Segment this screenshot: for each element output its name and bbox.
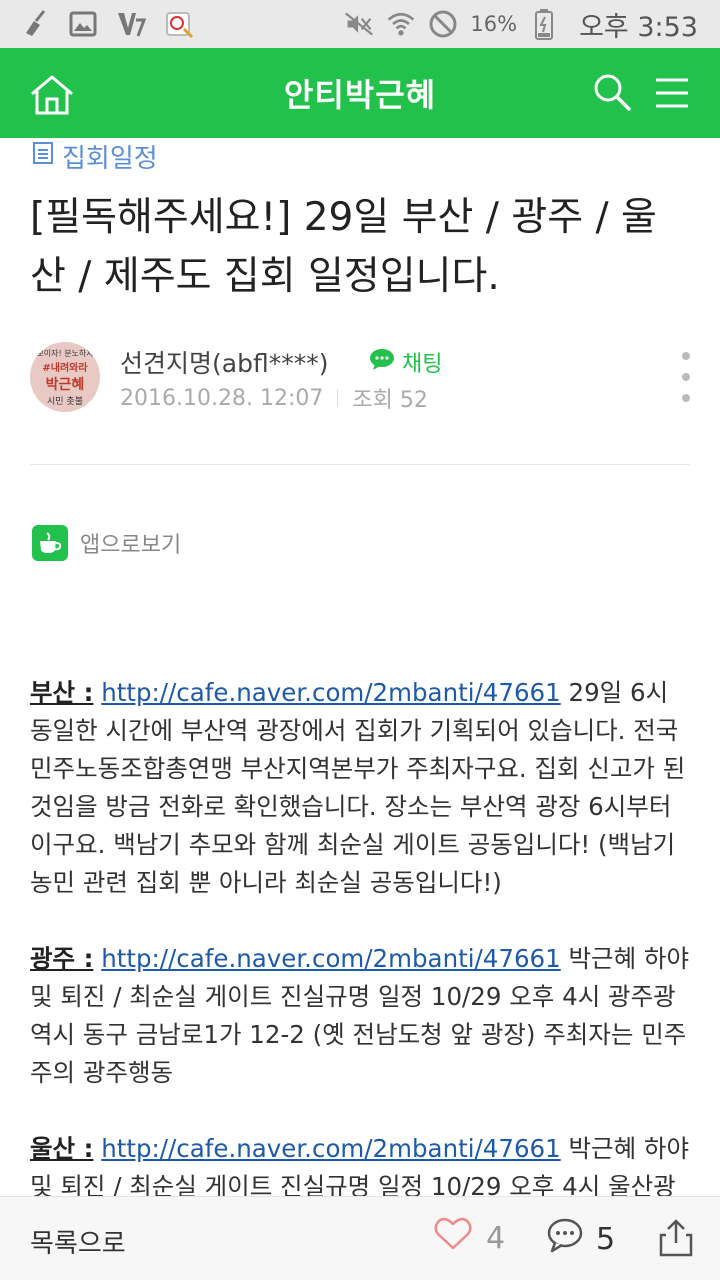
list-button[interactable]: 목록으로 (30, 1223, 126, 1260)
cafe-app-icon (32, 525, 68, 561)
paragraph-busan: 부산 : http://cafe.naver.com/2mbanti/47661… (30, 674, 690, 902)
heart-icon (434, 1217, 472, 1259)
link-busan[interactable]: http://cafe.naver.com/2mbanti/47661 (101, 678, 560, 707)
author-row: 모이자! 분노하자 #내려와라 박근혜 시민 촛불 선견지명(abfl****)… (30, 338, 690, 418)
search-icon[interactable] (592, 72, 632, 112)
author-name[interactable]: 선견지명(abfl****) (120, 344, 328, 380)
board-icon (32, 141, 54, 172)
bottom-bar: 목록으로 4 5 (0, 1196, 720, 1280)
wifi-icon (386, 9, 416, 39)
status-bar: 16% 오후 3:53 (0, 0, 720, 48)
broom-icon (20, 9, 50, 39)
link-gwangju[interactable]: http://cafe.naver.com/2mbanti/47661 (101, 944, 560, 973)
region-label-ulsan: 울산 : (30, 1134, 94, 1163)
region-label-busan: 부산 : (30, 678, 94, 707)
paragraph-gwangju: 광주 : http://cafe.naver.com/2mbanti/47661… (30, 940, 690, 1092)
text-busan: 29일 6시 동일한 시간에 부산역 광장에서 집회가 기획되어 있습니다. 전… (30, 678, 686, 897)
image-icon (68, 9, 98, 39)
avatar-line-2: #내려와라 (42, 362, 88, 374)
app-bar: 안티박근혜 (0, 48, 720, 138)
post-title: [필독해주세요!] 29일 부산 / 광주 / 울산 / 제주도 집회 일정입니… (30, 195, 657, 299)
meta-divider (337, 389, 339, 407)
comment-count: 5 (596, 1221, 616, 1257)
link-ulsan[interactable]: http://cafe.naver.com/2mbanti/47661 (101, 1134, 560, 1163)
view-count: 조회 52 (352, 388, 428, 413)
region-label-gwangju: 광주 : (30, 944, 94, 973)
memo-app-icon (164, 9, 194, 39)
avatar-line-1: 모이자! 분노하자 (36, 348, 94, 358)
post-body: 부산 : http://cafe.naver.com/2mbanti/47661… (30, 674, 690, 1196)
share-icon[interactable] (658, 1217, 694, 1259)
page: 16% 오후 3:53 안티박근혜 집회일정 [필독해주세요!] 29일 부산 … (0, 0, 720, 1280)
app-view-label: 앱으로보기 (80, 533, 182, 558)
post-meta: 2016.10.28. 12:07 조회 52 (120, 382, 428, 414)
post-date: 2016.10.28. 12:07 (120, 385, 324, 411)
avatar-line-4: 시민 촛불 (47, 396, 83, 407)
status-time: 오후 3:53 (579, 11, 698, 43)
comment-bubble-icon (546, 1217, 584, 1261)
app-view-button[interactable]: 앱으로보기 (32, 525, 181, 561)
post-content[interactable]: 집회일정 [필독해주세요!] 29일 부산 / 광주 / 울산 / 제주도 집회… (0, 138, 720, 1196)
paragraph-ulsan: 울산 : http://cafe.naver.com/2mbanti/47661… (30, 1130, 690, 1196)
comment-button[interactable]: 5 (546, 1217, 615, 1261)
home-icon[interactable] (28, 74, 76, 116)
like-count: 4 (486, 1220, 506, 1256)
avatar-line-3: 박근혜 (45, 376, 85, 393)
battery-percent: 16% (470, 12, 518, 36)
category-label: 집회일정 (62, 144, 158, 174)
more-options-icon[interactable] (676, 352, 696, 402)
divider (30, 464, 690, 465)
avatar[interactable]: 모이자! 분노하자 #내려와라 박근혜 시민 촛불 (30, 342, 100, 412)
v3-app-icon (116, 9, 146, 39)
battery-icon (529, 9, 559, 40)
no-sign-icon (428, 9, 458, 39)
menu-icon[interactable] (654, 76, 690, 110)
like-button[interactable]: 4 (434, 1217, 505, 1259)
post-category[interactable]: 집회일정 (32, 138, 158, 175)
chat-bubble-icon (368, 347, 396, 377)
chat-label: 채팅 (402, 352, 443, 377)
chat-button[interactable]: 채팅 (368, 346, 442, 378)
mute-icon (344, 9, 374, 39)
